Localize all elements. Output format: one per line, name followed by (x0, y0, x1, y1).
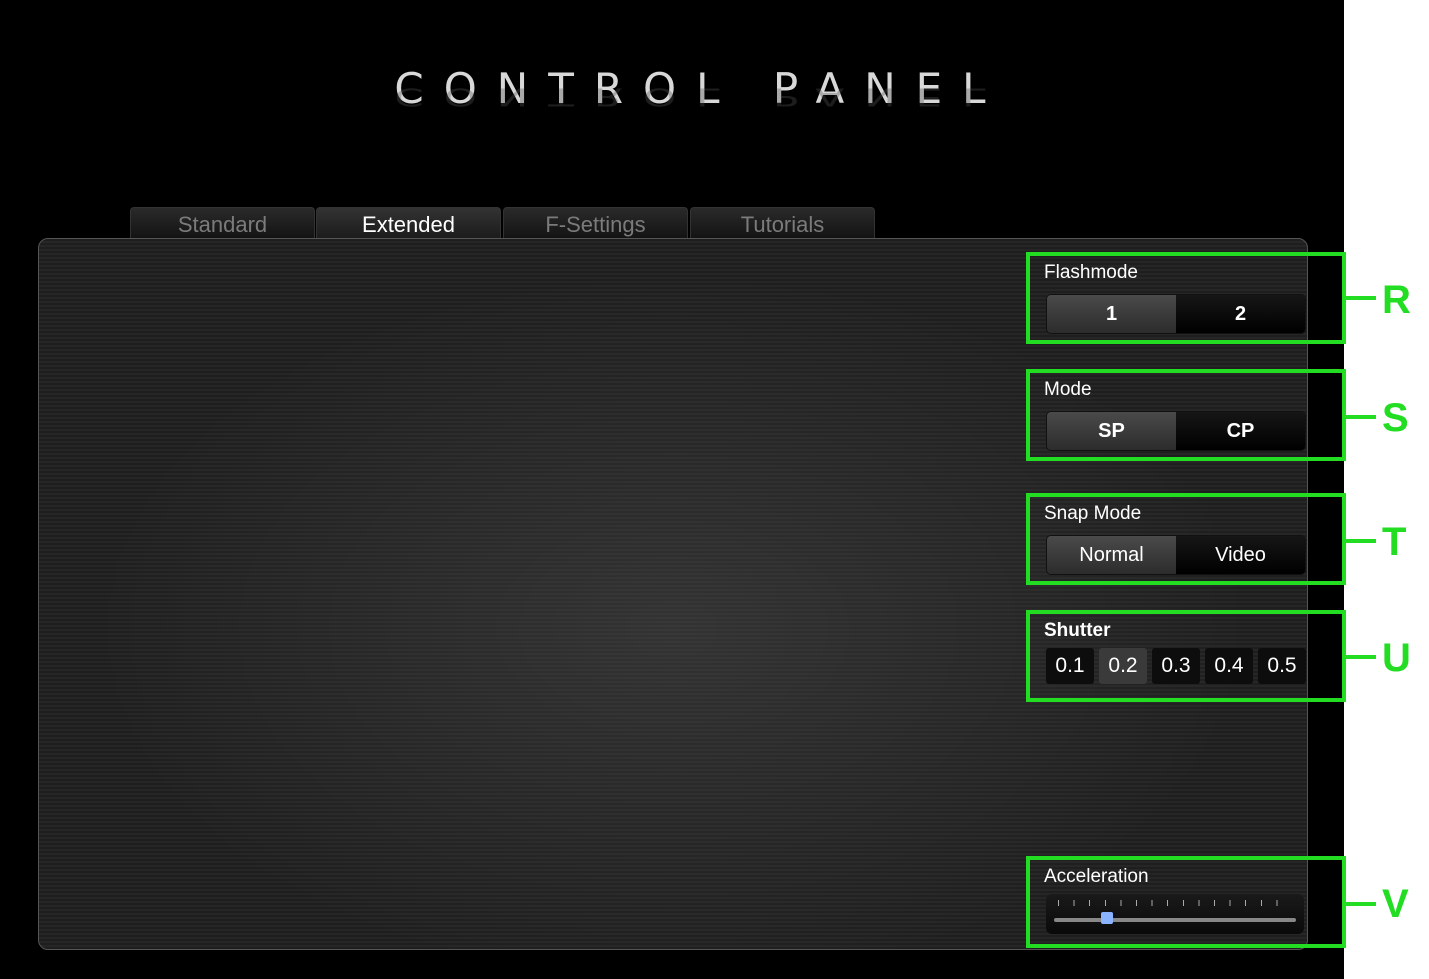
extended-panel (38, 238, 1308, 950)
app-window: CONTROL PANEL CONTROL PANEL Standard Ext… (0, 0, 1344, 979)
shutter-label: Shutter (1044, 620, 1111, 641)
tab-extended[interactable]: Extended (316, 207, 501, 240)
flashmode-group: Flashmode 1 2 (1026, 252, 1346, 344)
tab-f-settings[interactable]: F-Settings (503, 207, 688, 240)
callout-r: R (1382, 278, 1411, 322)
shutter-options: 0.1 0.2 0.3 0.4 0.5 (1046, 648, 1306, 684)
flashmode-toggle[interactable]: 1 2 (1046, 294, 1306, 334)
tab-tutorials[interactable]: Tutorials (690, 207, 875, 240)
acceleration-label: Acceleration (1044, 866, 1149, 887)
callout-connector-r (1346, 296, 1376, 300)
callout-connector-v (1346, 902, 1376, 906)
snap-mode-label: Snap Mode (1044, 503, 1142, 524)
callout-t: T (1382, 520, 1407, 564)
shutter-option-0-1[interactable]: 0.1 (1046, 648, 1094, 684)
snap-mode-option-video[interactable]: Video (1176, 536, 1305, 574)
mode-group: Mode SP CP (1026, 369, 1346, 461)
callout-connector-t (1346, 539, 1376, 543)
callout-s: S (1382, 396, 1409, 440)
mode-option-sp[interactable]: SP (1047, 412, 1176, 450)
flashmode-label: Flashmode (1044, 262, 1138, 283)
shutter-option-0-4[interactable]: 0.4 (1205, 648, 1253, 684)
slider-ticks (1058, 900, 1292, 906)
shutter-option-0-3[interactable]: 0.3 (1152, 648, 1200, 684)
callout-u: U (1382, 636, 1411, 680)
slider-thumb[interactable] (1101, 912, 1114, 924)
shutter-group: Shutter 0.1 0.2 0.3 0.4 0.5 (1026, 610, 1346, 702)
flashmode-option-2[interactable]: 2 (1176, 295, 1305, 333)
callout-connector-s (1346, 415, 1376, 419)
mode-label: Mode (1044, 379, 1092, 400)
shutter-option-0-2[interactable]: 0.2 (1099, 648, 1147, 684)
title-reflection: CONTROL PANEL (394, 82, 1006, 112)
acceleration-slider[interactable] (1046, 894, 1304, 934)
snap-mode-option-normal[interactable]: Normal (1047, 536, 1176, 574)
slider-rail (1054, 918, 1296, 922)
callout-v: V (1382, 882, 1409, 926)
snap-mode-toggle[interactable]: Normal Video (1046, 535, 1306, 575)
acceleration-group: Acceleration (1026, 856, 1346, 948)
callout-connector-u (1346, 655, 1376, 659)
snap-mode-group: Snap Mode Normal Video (1026, 493, 1346, 585)
mode-option-cp[interactable]: CP (1176, 412, 1305, 450)
tab-standard[interactable]: Standard (130, 207, 315, 240)
shutter-option-0-5[interactable]: 0.5 (1258, 648, 1306, 684)
flashmode-option-1[interactable]: 1 (1047, 295, 1176, 333)
mode-toggle[interactable]: SP CP (1046, 411, 1306, 451)
